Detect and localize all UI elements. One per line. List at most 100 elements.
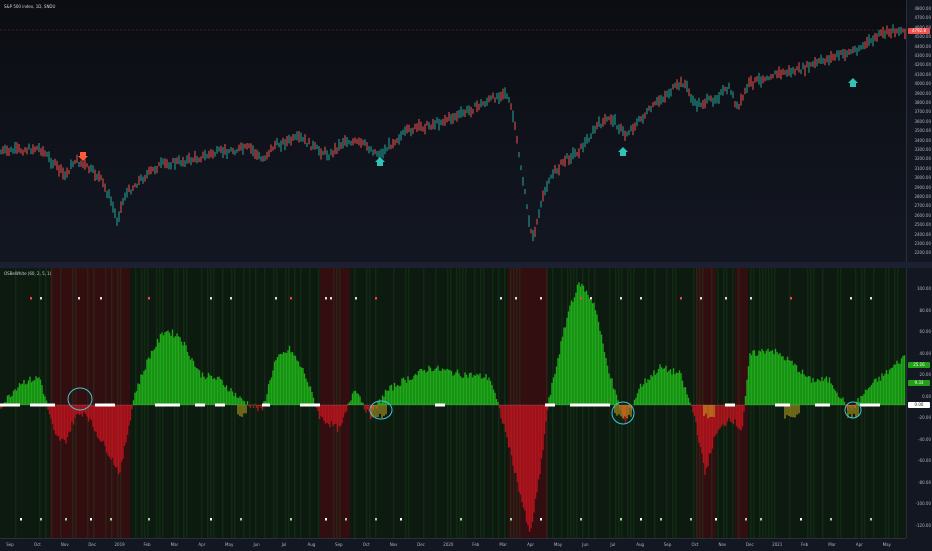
- top-signal-marker: [620, 297, 622, 300]
- price-chart-svg[interactable]: [0, 0, 906, 262]
- price-axis-tick: 3400.00: [914, 137, 931, 143]
- top-signal-marker: [680, 297, 682, 300]
- top-signal-marker: [100, 297, 102, 300]
- price-axis-tick: 2600.00: [914, 212, 931, 218]
- bottom-signal-marker: [800, 518, 802, 521]
- time-axis-label: 2019: [114, 542, 125, 547]
- time-axis-label: Sep: [663, 542, 672, 547]
- regime-stripe: [75, 268, 77, 538]
- regime-stripe: [726, 268, 728, 538]
- zero-marker: [155, 403, 180, 407]
- bottom-signal-marker: [325, 518, 327, 521]
- zero-marker: [30, 403, 55, 407]
- bottom-signal-marker: [870, 518, 872, 521]
- regime-stripe: [546, 268, 548, 538]
- bottom-signal-marker: [110, 518, 112, 521]
- oscillator-pane[interactable]: OSBeWhite (60, 2, 5, 1): [0, 268, 906, 538]
- time-axis-label: 2021: [772, 542, 783, 547]
- regime-stripe: [93, 268, 95, 538]
- regime-stripe: [117, 268, 119, 538]
- price-scale-axis[interactable]: 4800.004700.004600.004500.004400.004300.…: [906, 0, 932, 262]
- price-axis-tick: 3600.00: [914, 118, 931, 124]
- top-signal-marker: [870, 297, 872, 300]
- bottom-signal-marker: [830, 518, 832, 521]
- regime-stripe: [105, 268, 107, 538]
- price-axis-tick: 2800.00: [914, 194, 931, 199]
- price-axis-tick: 4100.00: [914, 71, 931, 77]
- price-axis-tick: 3300.00: [914, 147, 931, 152]
- time-axis-label: Nov: [718, 542, 727, 547]
- time-axis-label: Mar: [828, 542, 836, 547]
- time-axis-label: May: [553, 542, 563, 547]
- bottom-signal-marker: [460, 518, 462, 521]
- bearish-regime-band: [320, 268, 350, 538]
- regime-stripe: [711, 268, 713, 538]
- time-axis-label: May: [225, 542, 234, 547]
- regime-stripe: [60, 268, 62, 538]
- regime-stripe: [513, 268, 515, 538]
- highlight-circle: [844, 401, 862, 419]
- osc-zero-badge: 0.00: [908, 402, 930, 408]
- bottom-signal-marker: [375, 518, 377, 521]
- sell-arrow-icon: [78, 152, 88, 161]
- time-axis-label: Jun: [253, 542, 260, 547]
- regime-stripe: [693, 268, 695, 538]
- price-axis-tick: 2900.00: [914, 184, 931, 190]
- top-signal-marker: [725, 297, 727, 300]
- osc-value-badge-2: 9.33: [908, 380, 930, 386]
- regime-stripe: [369, 268, 371, 538]
- time-axis-label: Apr: [855, 542, 863, 547]
- regime-stripe: [702, 268, 704, 538]
- time-axis-label: Sep: [335, 542, 343, 547]
- zero-marker: [435, 403, 445, 407]
- price-chart-pane[interactable]: S&P 500 index, 1D, SNDU: [0, 0, 906, 262]
- top-signal-marker: [210, 297, 212, 300]
- osc-axis-tick: 40.00: [919, 350, 931, 356]
- bottom-signal-marker: [690, 518, 692, 521]
- time-axis-label: Oct: [33, 542, 41, 547]
- regime-stripe: [621, 268, 623, 538]
- regime-stripe: [366, 268, 368, 538]
- zero-marker: [775, 403, 790, 407]
- osc-axis-tick: 0.00: [922, 393, 931, 399]
- time-axis-label: Jul: [610, 542, 616, 547]
- zero-marker: [262, 403, 270, 407]
- price-axis-tick: 2300.00: [914, 241, 931, 246]
- top-signal-marker: [580, 297, 582, 300]
- osc-axis-tick: 100.00: [917, 286, 931, 291]
- zero-marker: [545, 403, 555, 407]
- top-signal-marker: [640, 297, 642, 300]
- regime-stripe: [339, 268, 341, 538]
- osc-axis-tick: 60.00: [919, 329, 931, 334]
- top-signal-marker: [850, 297, 852, 300]
- zero-marker: [725, 403, 735, 407]
- zero-marker: [0, 403, 20, 407]
- price-axis-tick: 2200.00: [914, 250, 931, 256]
- time-axis-label: 2020: [443, 542, 454, 547]
- regime-stripe: [738, 268, 740, 538]
- price-axis-tick: 3000.00: [914, 175, 931, 181]
- top-signal-marker: [30, 297, 32, 300]
- regime-stripe: [87, 268, 89, 538]
- price-axis-tick: 3200.00: [914, 156, 931, 162]
- bottom-signal-marker: [148, 518, 150, 521]
- regime-stripe: [375, 268, 377, 538]
- bottom-signal-marker: [510, 518, 512, 521]
- bottom-signal-marker: [715, 518, 717, 521]
- top-signal-marker: [275, 297, 277, 300]
- zero-marker: [860, 403, 880, 407]
- time-axis-label: Feb: [143, 542, 151, 547]
- price-axis-tick: 2500.00: [914, 222, 931, 228]
- price-axis-tick: 4500.00: [914, 34, 931, 40]
- osc-axis-tick: 20.00: [919, 372, 931, 377]
- bottom-signal-marker: [745, 518, 747, 521]
- time-axis[interactable]: Sep Oct Nov Dec 2019 Feb Mar Apr May Jun Jul Aug Sep…: [0, 538, 906, 551]
- bottom-signal-marker: [660, 518, 662, 521]
- regime-stripe: [510, 268, 512, 538]
- regime-stripe: [630, 268, 632, 538]
- top-signal-marker: [790, 297, 792, 300]
- top-signal-marker: [330, 297, 332, 300]
- time-axis-label: Apr: [198, 542, 206, 547]
- oscillator-svg[interactable]: [0, 268, 906, 538]
- time-axis-label: Oct: [362, 542, 370, 547]
